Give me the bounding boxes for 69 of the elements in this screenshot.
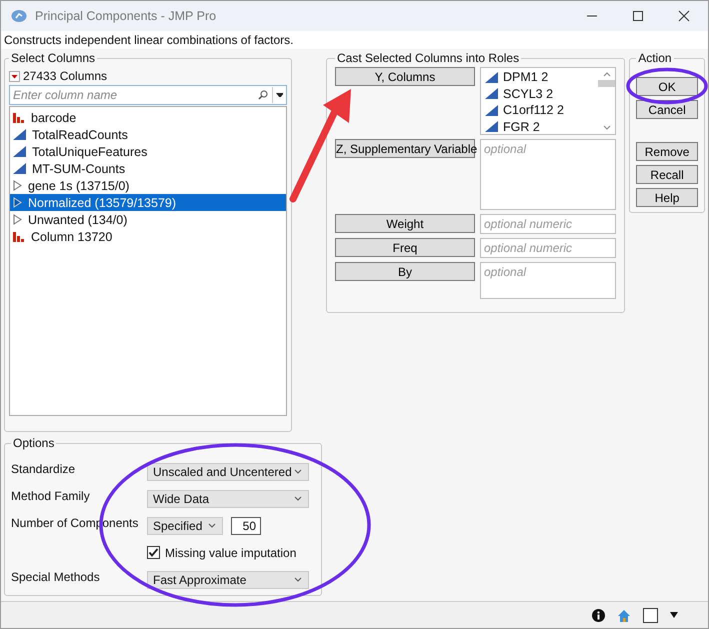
expand-icon[interactable]	[13, 214, 22, 225]
triangle-icon	[485, 104, 498, 116]
home-icon[interactable]	[617, 608, 631, 622]
option-label: Method Family	[11, 488, 91, 503]
square-icon[interactable]	[643, 608, 658, 622]
dropdown[interactable]: Specified	[147, 516, 223, 534]
role-button[interactable]: Weight	[335, 214, 475, 233]
search-box[interactable]: Enter column name	[9, 85, 287, 105]
role-item[interactable]: SCYL3 2	[503, 86, 554, 101]
chevron-icon	[294, 577, 302, 582]
column-item[interactable]: MT-SUM-Counts	[10, 160, 286, 177]
triangle-icon	[13, 163, 26, 174]
triangle-icon	[13, 146, 26, 157]
column-count: 27433 Columns	[23, 69, 108, 83]
maximize-icon[interactable]	[632, 10, 644, 22]
bar-chart-icon	[13, 231, 25, 242]
caret-icon[interactable]	[272, 87, 286, 103]
dropdown-icon[interactable]	[9, 70, 20, 82]
panel-title: Action	[637, 51, 673, 65]
role-item[interactable]: FGR 2	[503, 120, 540, 134]
column-item[interactable]: barcode	[10, 109, 286, 126]
search-icon[interactable]	[258, 90, 268, 100]
triangle-icon	[485, 72, 498, 83]
search-field[interactable]: Enter column name	[10, 88, 254, 102]
role-button[interactable]: Z, Supplementary Variable	[335, 139, 475, 158]
scroll-up-icon[interactable]	[602, 72, 611, 77]
role-item[interactable]: DPM1 2	[503, 70, 548, 84]
dropdown[interactable]: Wide Data	[147, 490, 309, 508]
close-icon[interactable]	[678, 10, 690, 22]
action-button[interactable]: Recall	[636, 165, 698, 184]
scroll-down-icon[interactable]	[602, 125, 611, 130]
action-button[interactable]: Help	[636, 188, 698, 207]
triangle-icon	[485, 121, 498, 132]
panel-title: Select Columns	[10, 51, 96, 65]
option-label: Standardize	[11, 461, 76, 476]
caret-icon[interactable]	[670, 612, 678, 618]
column-item[interactable]: gene 1s (13715/0)	[10, 177, 286, 194]
triangle-icon	[485, 88, 498, 100]
column-item[interactable]: TotalUniqueFeatures	[10, 143, 286, 160]
bar-chart-icon	[13, 112, 25, 123]
description: Constructs independent linear combinations of factors.	[1, 31, 708, 49]
role-button[interactable]: Y, Columns	[335, 67, 475, 86]
column-item[interactable]: Unwanted (134/0)	[10, 211, 286, 228]
panel-title: Options	[12, 436, 56, 450]
checkbox[interactable]	[147, 546, 160, 559]
action-button[interactable]: OK	[636, 77, 698, 96]
expand-icon[interactable]	[13, 197, 22, 208]
action-button[interactable]: Remove	[636, 142, 698, 161]
expand-icon[interactable]	[13, 180, 22, 191]
column-item[interactable]: Column 13720	[10, 228, 286, 245]
triangle-icon	[13, 129, 26, 140]
checkbox-label: Missing value imputation	[165, 546, 296, 560]
app-icon	[11, 9, 27, 23]
chevron-icon	[294, 469, 302, 474]
chevron-icon	[208, 523, 216, 528]
role-button[interactable]: Freq	[335, 238, 475, 257]
dropdown[interactable]: Unscaled and Uncentered	[147, 462, 309, 480]
role-button[interactable]: By	[335, 262, 475, 281]
info-icon[interactable]	[592, 608, 605, 622]
panel-title: Cast Selected Columns into Roles	[336, 51, 520, 65]
chevron-icon	[294, 496, 302, 501]
option-label: Special Methods	[11, 569, 101, 584]
column-item[interactable]: Normalized (13579/13579)	[10, 194, 286, 211]
role-item[interactable]: C1orf112 2	[503, 103, 564, 118]
number-field[interactable]: 50	[231, 516, 261, 534]
column-item[interactable]: TotalReadCounts	[10, 126, 286, 143]
dropdown[interactable]: Fast Approximate	[147, 570, 309, 588]
scroll-thumb[interactable]	[598, 80, 616, 87]
window-title: Principal Components - JMP Pro	[35, 9, 216, 23]
